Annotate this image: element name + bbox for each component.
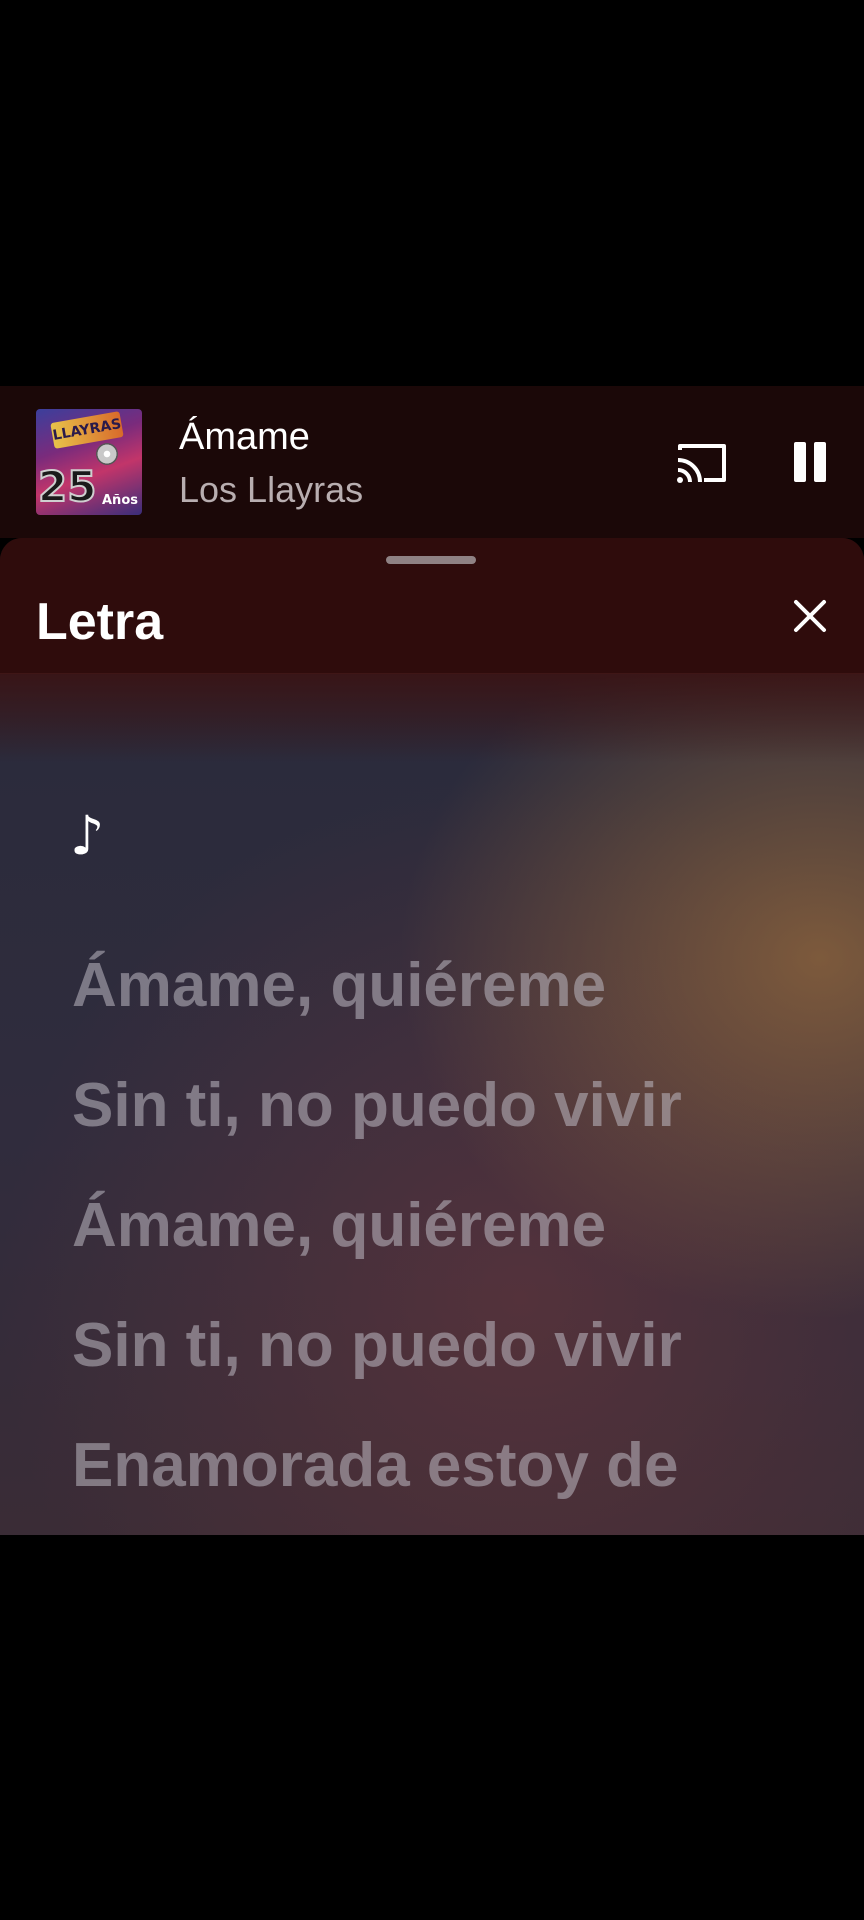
lyric-line[interactable]: Sin ti, no puedo vivir (72, 1046, 832, 1166)
album-art-anos: Años (102, 493, 138, 508)
lyric-line[interactable]: Ámame, quiéreme (72, 926, 832, 1046)
close-icon (794, 600, 826, 632)
lyric-line[interactable]: Sin ti, no puedo vivir (72, 1286, 832, 1406)
cast-icon (677, 444, 726, 483)
track-title: Ámame (179, 416, 310, 458)
lyrics-sheet-header: Letra (0, 538, 864, 674)
bottom-area (0, 1535, 864, 1920)
cast-button[interactable] (674, 440, 730, 486)
header-fade (0, 673, 864, 763)
album-art[interactable]: LLAYRAS 25 Años (36, 409, 142, 515)
pause-icon (794, 442, 806, 482)
album-art-number: 25 (37, 462, 97, 511)
pause-icon-bar (814, 442, 826, 482)
close-button[interactable] (790, 596, 830, 636)
album-art-logo: LLAYRAS (50, 411, 124, 449)
music-note-icon: ♪ (70, 804, 105, 867)
sheet-title: Letra (36, 593, 164, 651)
drag-handle[interactable] (386, 556, 476, 564)
lyric-line[interactable]: Ámame, quiéreme (72, 1166, 832, 1286)
lyrics-list[interactable]: Ámame, quiéreme Sin ti, no puedo vivir Á… (72, 926, 832, 1535)
lyrics-sheet: Letra ♪ Ámame, quiéreme Sin ti, no puedo… (0, 538, 864, 1535)
mini-player[interactable]: LLAYRAS 25 Años Ámame Los Llayras (0, 386, 864, 538)
lyric-line[interactable]: Enamorada estoy de (72, 1406, 832, 1526)
screen: LLAYRAS 25 Años Ámame Los Llayras Letra (0, 0, 864, 1920)
track-artist: Los Llayras (179, 469, 364, 510)
lyric-line[interactable]: ti (72, 1526, 832, 1535)
pause-button[interactable] (788, 438, 832, 486)
album-art-disc (96, 443, 118, 465)
